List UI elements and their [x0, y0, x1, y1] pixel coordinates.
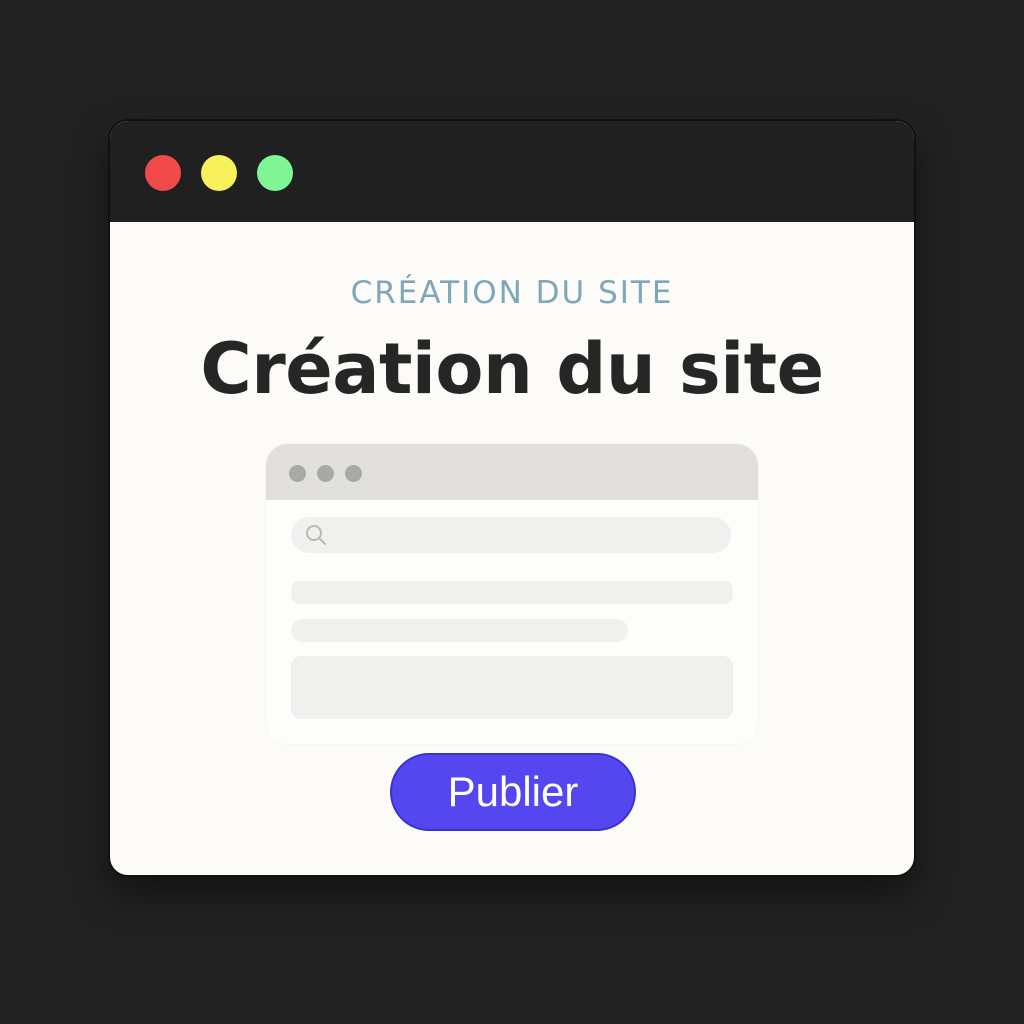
publish-button[interactable]: Publier [390, 753, 636, 831]
search-icon [306, 525, 326, 545]
mockup-text-line [291, 581, 733, 604]
mockup-dot [317, 465, 334, 482]
app-window: CRÉATION DU SITE Création du site Publie… [108, 119, 916, 877]
mockup-dot [345, 465, 362, 482]
page-overline: CRÉATION DU SITE [350, 275, 674, 311]
mockup-search-bar [291, 517, 731, 553]
close-window-button[interactable] [145, 155, 181, 191]
page-title: Création du site [200, 328, 824, 410]
mockup-dot [289, 465, 306, 482]
window-titlebar [110, 121, 914, 222]
mockup-text-line [291, 619, 628, 642]
mockup-titlebar [266, 444, 758, 500]
website-mockup [266, 444, 758, 744]
mockup-content-block [291, 656, 733, 719]
minimize-window-button[interactable] [201, 155, 237, 191]
maximize-window-button[interactable] [257, 155, 293, 191]
